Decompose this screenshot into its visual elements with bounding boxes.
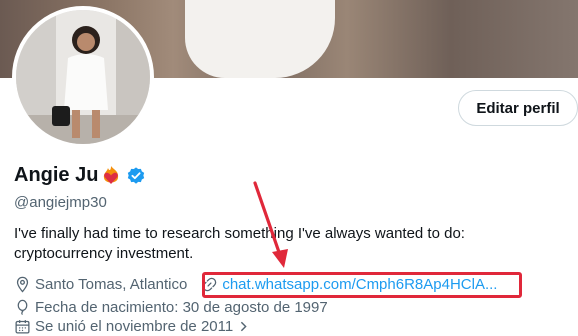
profile-location: Santo Tomas, Atlantico	[35, 276, 188, 293]
calendar-icon	[15, 320, 30, 334]
verified-badge-icon[interactable]	[126, 166, 146, 186]
chevron-right-icon[interactable]	[235, 318, 252, 335]
profile-joined: Se unió el noviembre de 2011	[35, 318, 234, 335]
profile-bio: I've finally had time to research someth…	[14, 225, 465, 262]
heart-on-fire-emoji-icon	[104, 165, 119, 184]
profile-birthday-row: Fecha de nacimiento: 30 de agosto de 199…	[14, 299, 328, 316]
website-highlight-box	[202, 272, 522, 298]
balloon-icon	[17, 299, 28, 315]
profile-name-row: Angie Ju	[14, 164, 146, 187]
location-pin-icon	[16, 276, 29, 293]
profile-handle: @angiejmp30	[14, 194, 107, 211]
edit-profile-button[interactable]: Editar perfil	[458, 90, 578, 126]
banner-photo-dress	[185, 0, 335, 78]
profile-name: Angie Ju	[14, 164, 99, 186]
profile-birthday: Fecha de nacimiento: 30 de agosto de 199…	[35, 299, 328, 316]
profile-joined-row: Se unió el noviembre de 2011	[14, 318, 256, 335]
avatar[interactable]	[12, 6, 154, 148]
avatar-photo	[16, 10, 150, 144]
